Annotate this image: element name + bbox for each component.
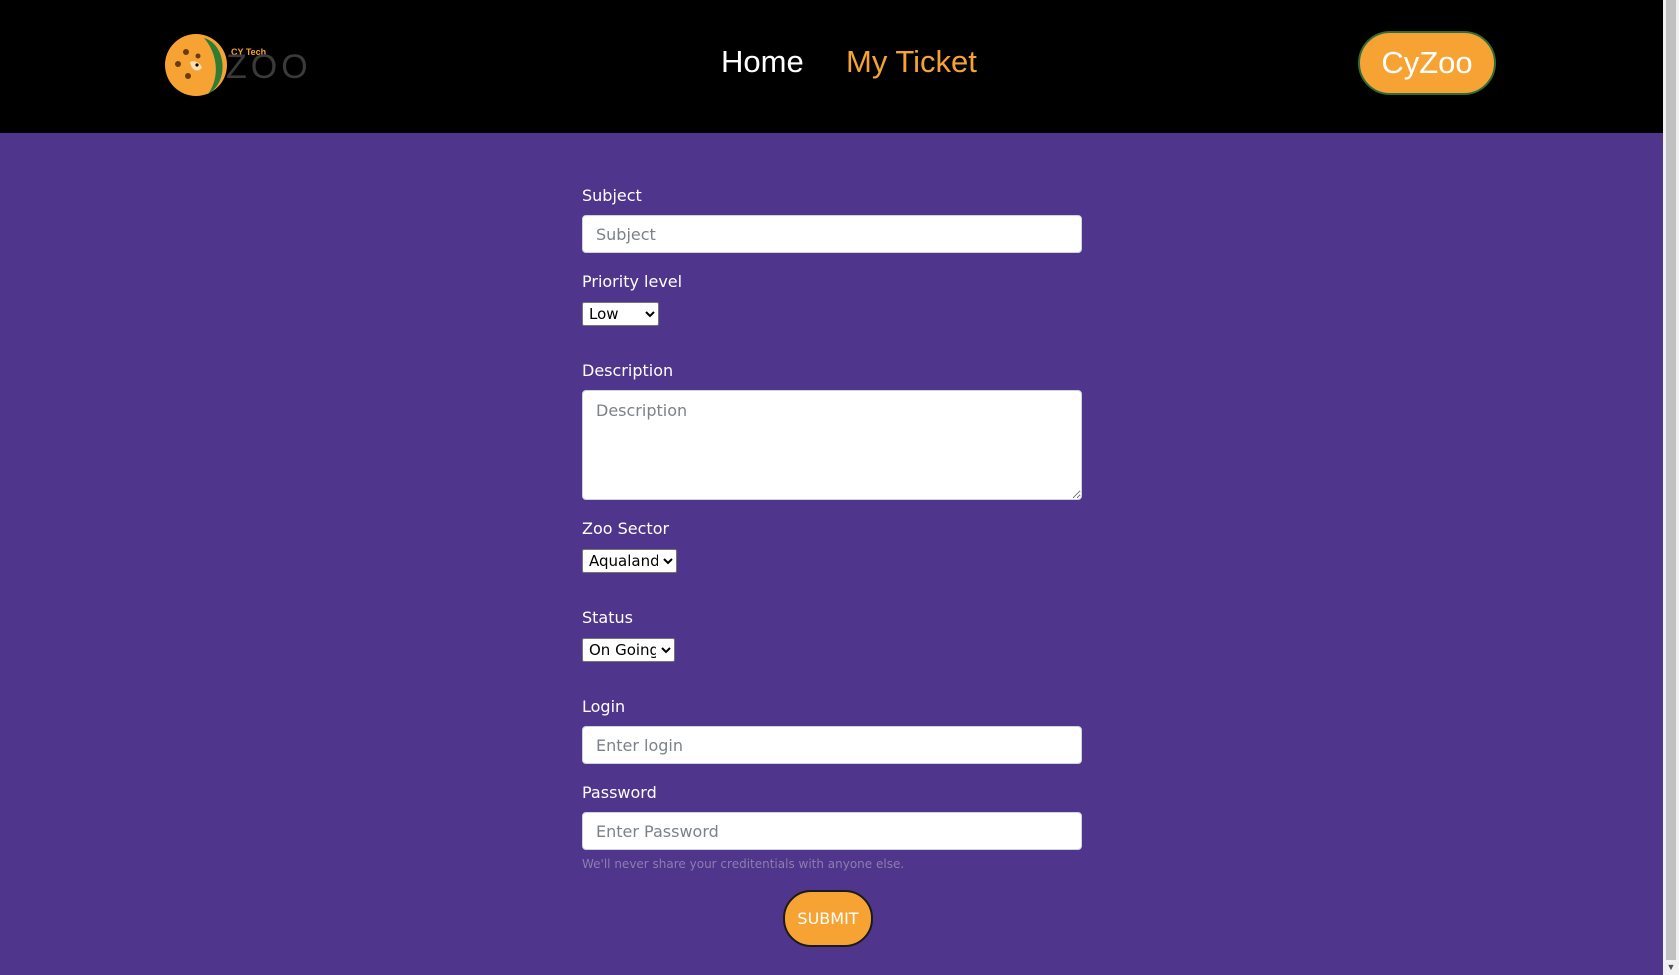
cyzoo-button[interactable]: CyZoo <box>1358 31 1496 95</box>
description-label: Description <box>582 361 674 380</box>
status-select[interactable]: On Going <box>582 638 675 662</box>
status-label: Status <box>582 608 633 627</box>
submit-button[interactable]: SUBMIT <box>783 890 873 947</box>
logo-big-text: ZOO <box>226 48 312 86</box>
description-textarea[interactable] <box>582 390 1082 500</box>
password-help-text: We'll never share your creditentials wit… <box>582 857 905 871</box>
zoo-sector-label: Zoo Sector <box>582 519 670 538</box>
scroll-down-arrow-icon[interactable]: ▼ <box>1666 961 1676 973</box>
nav-my-ticket-link[interactable]: My Ticket <box>846 44 977 80</box>
cheetah-icon <box>165 34 227 96</box>
scrollbar-thumb[interactable] <box>1666 0 1676 960</box>
cytech-zoo-logo[interactable]: CY Tech ZOO <box>164 32 308 98</box>
priority-select[interactable]: Low <box>582 302 659 326</box>
password-label: Password <box>582 783 657 802</box>
subject-label: Subject <box>582 186 642 205</box>
subject-input[interactable] <box>582 215 1082 253</box>
zoo-sector-select[interactable]: Aqualand <box>582 549 677 573</box>
password-input[interactable] <box>582 812 1082 850</box>
login-label: Login <box>582 697 626 716</box>
nav-home-link[interactable]: Home <box>721 44 804 80</box>
priority-label: Priority level <box>582 272 683 291</box>
login-input[interactable] <box>582 726 1082 764</box>
top-navbar: CY Tech ZOO Home My Ticket CyZoo <box>0 0 1663 133</box>
